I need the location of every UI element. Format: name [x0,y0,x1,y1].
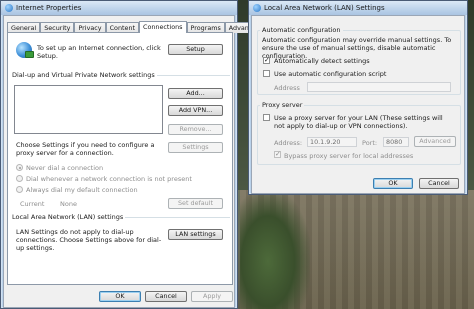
tab-connections[interactable]: Connections [139,21,187,33]
lan-group-label: Local Area Network (LAN) settings [12,213,126,221]
setup-description: To set up an Internet connection, click … [37,44,161,60]
apply-button[interactable]: Apply [191,291,233,302]
connections-panel: To set up an Internet connection, click … [7,32,233,285]
script-address-field[interactable] [307,82,451,92]
always-dial-label: Always dial my default connection [26,186,138,194]
window-title: Internet Properties [16,4,82,12]
script-address-label: Address [274,84,300,92]
use-proxy-label: Use a proxy server for your LAN (These s… [274,114,443,130]
port-field[interactable]: 8080 [383,137,409,147]
auto-config-title: Automatic configuration [260,26,343,34]
internet-properties-window: Internet Properties General Security Pri… [0,0,265,309]
lan-settings-button[interactable]: LAN settings [168,229,223,240]
always-dial-radio[interactable] [16,186,23,193]
lan-window-title: Local Area Network (LAN) Settings [264,4,385,12]
proxy-settings-note: Choose Settings if you need to configure… [16,141,155,157]
internet-properties-titlebar[interactable]: Internet Properties [1,1,237,15]
lan-settings-note: LAN Settings do not apply to dial-up con… [16,228,162,252]
lan-settings-window: Local Area Network (LAN) Settings Automa… [248,0,468,195]
auto-script-label: Use automatic configuration script [274,70,387,78]
current-value: None [60,200,77,208]
proxy-server-title: Proxy server [260,101,305,109]
set-default-button[interactable]: Set default [168,198,223,209]
dial-whenever-radio[interactable] [16,175,23,182]
advanced-button[interactable]: Advanced [414,136,456,147]
internet-globe-icon [16,42,34,58]
auto-detect-checkbox[interactable]: ✓ [263,57,270,64]
auto-detect-label: Automatically detect settings [274,57,370,65]
remove-button[interactable]: Remove... [168,124,223,135]
port-label: Port: [362,139,378,147]
add-vpn-button[interactable]: Add VPN... [168,105,223,116]
bypass-local-label: Bypass proxy server for local addresses [284,152,414,160]
lan-ok-button[interactable]: OK [373,178,413,189]
connections-listbox[interactable] [14,85,163,134]
lan-settings-titlebar[interactable]: Local Area Network (LAN) Settings [249,1,467,15]
lan-cancel-button[interactable]: Cancel [419,178,459,189]
lan-settings-icon [253,4,261,12]
auto-script-checkbox[interactable] [263,70,270,77]
desktop-wallpaper-plant [240,190,310,309]
setup-button[interactable]: Setup [168,44,223,55]
never-dial-radio[interactable] [16,164,23,171]
use-proxy-checkbox[interactable] [263,114,270,121]
ok-button[interactable]: OK [99,291,141,302]
internet-options-icon [5,4,13,12]
settings-button[interactable]: Settings [168,142,223,153]
proxy-address-label: Address: [274,139,303,147]
bypass-local-checkbox[interactable]: ✓ [274,151,281,158]
add-button[interactable]: Add... [168,88,223,99]
dialup-group-label: Dial-up and Virtual Private Network sett… [12,71,157,79]
dial-whenever-label: Dial whenever a network connection is no… [26,175,192,183]
proxy-address-field[interactable]: 10.1.9.20 [307,137,357,147]
current-label: Current [20,200,45,208]
never-dial-label: Never dial a connection [26,164,104,172]
cancel-button[interactable]: Cancel [145,291,187,302]
